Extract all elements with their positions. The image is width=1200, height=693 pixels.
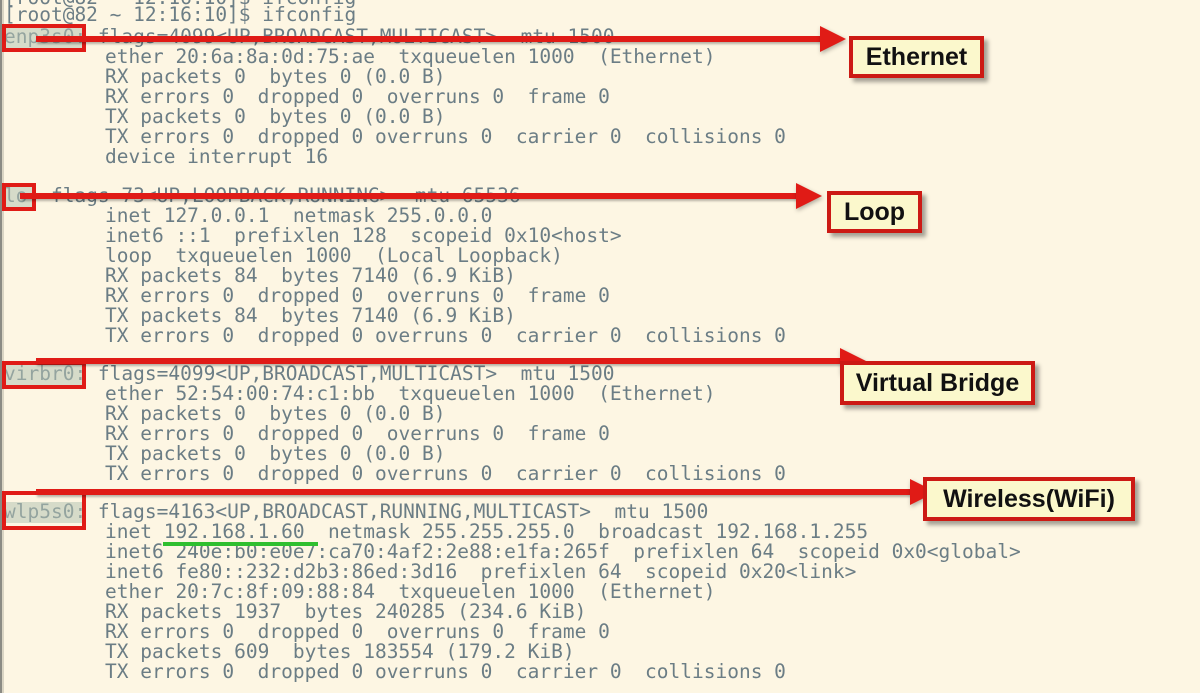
callout-loop: Loop (827, 191, 922, 233)
terminal-line: ether 20:7c:8f:09:88:84 txqueuelen 1000 … (105, 580, 716, 603)
annotation-arrow-line-loop (20, 193, 800, 199)
terminal-line: inet6 ::1 prefixlen 128 scopeid 0x10<hos… (105, 224, 622, 247)
callout-wireless: Wireless(WiFi) (923, 477, 1135, 521)
callout-ethernet: Ethernet (849, 36, 984, 78)
callout-virtual-bridge: Virtual Bridge (840, 361, 1035, 405)
terminal-line: inet6 240e:b0:e0e7:ca70:4af2:2e88:e1fa:2… (105, 540, 1021, 563)
ip-address-underline (163, 542, 318, 546)
terminal-line: inet6 fe80::232:d2b3:86ed:3d16 prefixlen… (105, 560, 857, 583)
terminal-line: TX packets 609 bytes 183554 (179.2 KiB) (105, 640, 575, 663)
terminal-line-virbr0-header: virbr0: flags=4099<UP,BROADCAST,MULTICAS… (4, 364, 615, 384)
terminal-line: RX packets 84 bytes 7140 (6.9 KiB) (105, 264, 516, 287)
terminal-line: TX errors 0 dropped 0 overruns 0 carrier… (105, 660, 786, 683)
terminal-line: TX packets 84 bytes 7140 (6.9 KiB) (105, 304, 516, 327)
screenshot-root: [root@82 ~ 12:16:10]$ ifconfig [root@82 … (0, 0, 1200, 693)
terminal-line: RX packets 0 bytes 0 (0.0 B) (105, 65, 446, 88)
terminal-line: loop txqueuelen 1000 (Local Loopback) (105, 244, 563, 267)
terminal-line: TX errors 0 dropped 0 overruns 0 carrier… (105, 125, 786, 148)
annotation-arrow-head-loop (796, 183, 822, 209)
interface-box-wlp5s0 (2, 491, 86, 530)
annotation-arrow-line-wireless (36, 489, 916, 495)
terminal-line: RX packets 1937 bytes 240285 (234.6 KiB) (105, 600, 587, 623)
terminal-line-prompt: [root@82 ~ 12:16:10]$ ifconfig (4, 3, 357, 26)
terminal-line: RX errors 0 dropped 0 overruns 0 frame 0 (105, 284, 610, 307)
annotation-arrow-line-ethernet (36, 36, 826, 42)
terminal-line: RX packets 0 bytes 0 (0.0 B) (105, 402, 446, 425)
annotation-arrow-line-virtual-bridge (36, 358, 846, 364)
terminal-line: inet 127.0.0.1 netmask 255.0.0.0 (105, 204, 493, 227)
terminal-line: TX packets 0 bytes 0 (0.0 B) (105, 442, 446, 465)
terminal-line-inet-wlp5s0: inet 192.168.1.60 netmask 255.255.255.0 … (105, 520, 869, 543)
terminal-line: RX errors 0 dropped 0 overruns 0 frame 0 (105, 620, 610, 643)
terminal-line: RX errors 0 dropped 0 overruns 0 frame 0 (105, 422, 610, 445)
terminal-line: ether 52:54:00:74:c1:bb txqueuelen 1000 … (105, 382, 716, 405)
terminal-line-wlp5s0-header: wlp5s0: flags=4163<UP,BROADCAST,RUNNING,… (4, 502, 708, 522)
annotation-arrow-head-ethernet (820, 26, 846, 52)
interface-box-virbr0 (2, 361, 86, 389)
terminal-line: TX packets 0 bytes 0 (0.0 B) (105, 105, 446, 128)
terminal-line: ether 20:6a:8a:0d:75:ae txqueuelen 1000 … (105, 45, 716, 68)
terminal-output[interactable]: [root@82 ~ 12:16:10]$ ifconfig [root@82 … (0, 0, 1200, 693)
terminal-line: TX errors 0 dropped 0 overruns 0 carrier… (105, 462, 786, 485)
terminal-line: device interrupt 16 (105, 145, 329, 168)
terminal-line: RX errors 0 dropped 0 overruns 0 frame 0 (105, 85, 610, 108)
terminal-line: TX errors 0 dropped 0 overruns 0 carrier… (105, 324, 786, 347)
